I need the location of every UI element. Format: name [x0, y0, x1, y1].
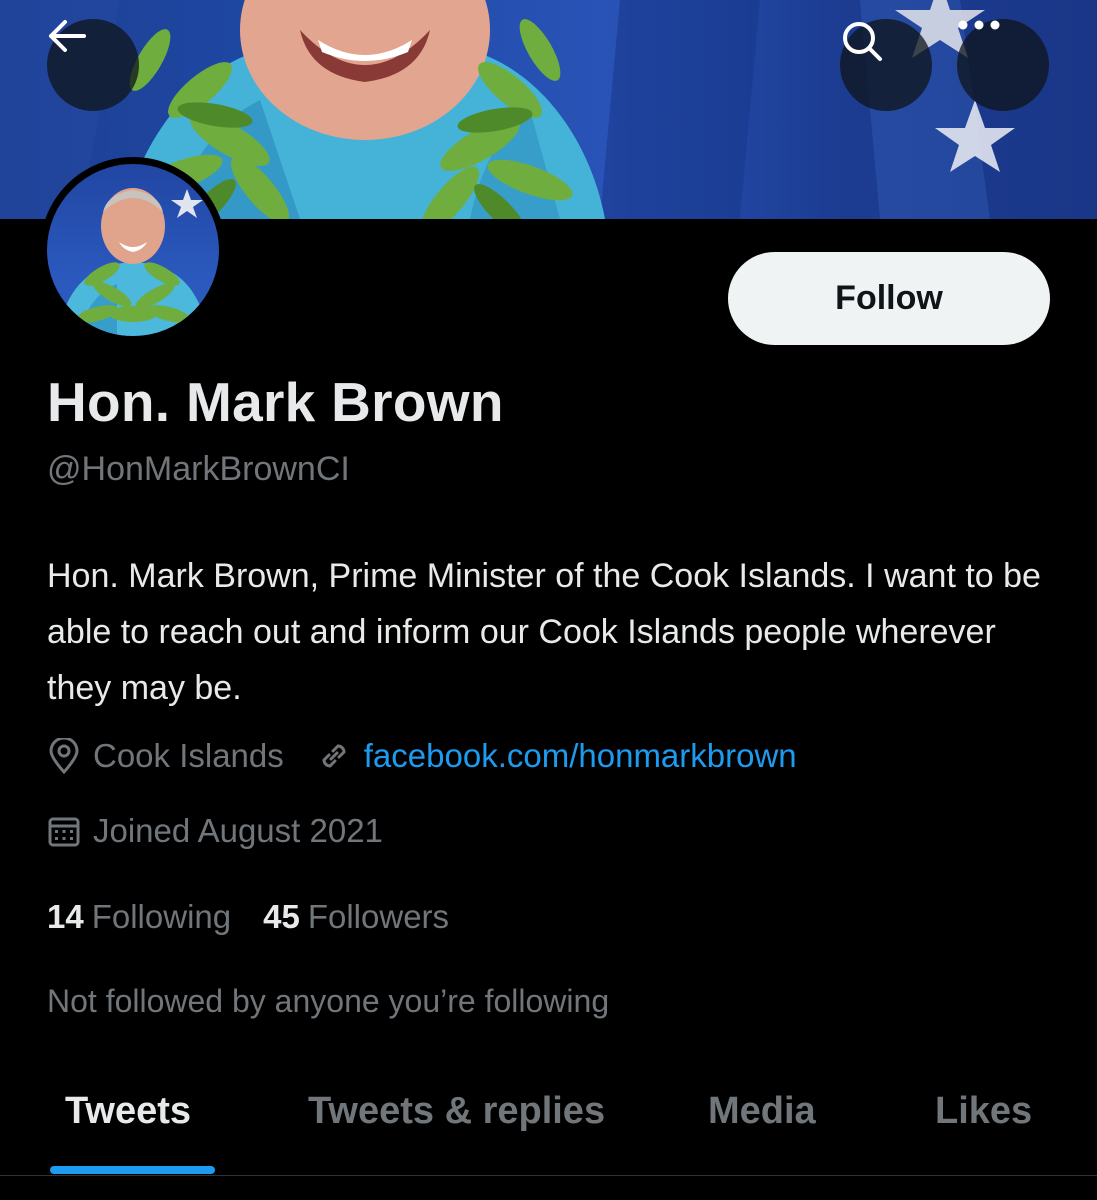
more-button[interactable]: [957, 19, 1049, 111]
profile-page: Follow Hon. Mark Brown @HonMarkBrownCI H…: [0, 0, 1097, 1200]
followers-link[interactable]: 45 Followers: [263, 898, 449, 936]
avatar[interactable]: [40, 157, 226, 343]
avatar-image: [47, 164, 219, 336]
following-label: Following: [91, 898, 232, 935]
tab-likes[interactable]: Likes: [935, 1090, 1032, 1133]
profile-website-link[interactable]: facebook.com/honmarkbrown: [364, 737, 797, 775]
followers-label: Followers: [307, 898, 450, 935]
location-pin-icon: [47, 738, 81, 774]
profile-tabs: Tweets Tweets & replies Media Likes: [0, 1060, 1097, 1175]
tab-divider: [0, 1175, 1097, 1176]
not-followed-note: Not followed by anyone you’re following: [47, 983, 610, 1019]
profile-joined-date: Joined August 2021: [93, 812, 383, 849]
back-button[interactable]: [47, 19, 139, 111]
following-count: 14: [47, 898, 84, 935]
profile-stats: 14 Following 45 Followers: [47, 898, 449, 936]
profile-handle: @HonMarkBrownCI: [47, 450, 350, 488]
calendar-icon: [47, 814, 81, 848]
following-link[interactable]: 14 Following: [47, 898, 231, 936]
follow-button[interactable]: Follow: [728, 252, 1050, 345]
active-tab-indicator: [50, 1166, 215, 1174]
profile-location: Cook Islands: [93, 737, 284, 774]
tab-tweets[interactable]: Tweets: [65, 1090, 191, 1133]
profile-name: Hon. Mark Brown: [47, 371, 504, 433]
profile-joined-row: Joined August 2021: [47, 812, 383, 850]
profile-meta-row: Cook Islands facebook.com/honmarkbrown: [47, 737, 797, 775]
tab-tweets-replies[interactable]: Tweets & replies: [308, 1090, 605, 1133]
link-icon: [316, 738, 352, 774]
tab-media[interactable]: Media: [708, 1090, 816, 1133]
search-button[interactable]: [840, 19, 932, 111]
followers-count: 45: [263, 898, 300, 935]
profile-bio: Hon. Mark Brown, Prime Minister of the C…: [47, 557, 1041, 707]
